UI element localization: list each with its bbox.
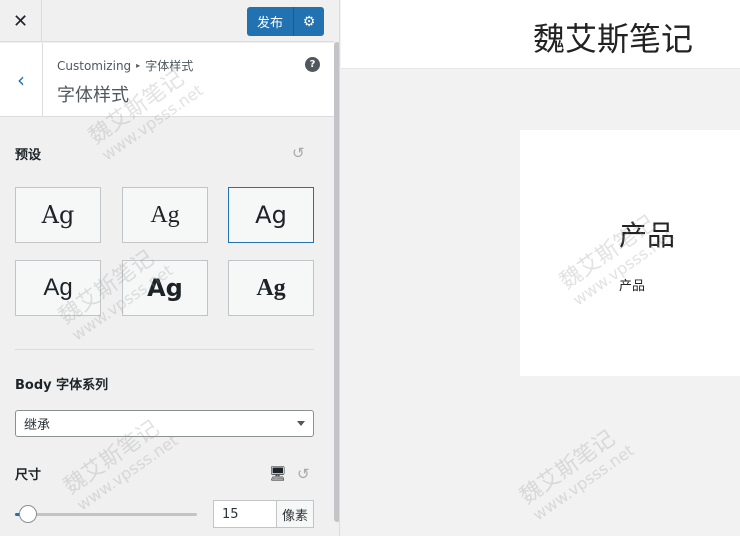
section-divider bbox=[15, 349, 314, 350]
watermark-sub: www.vpsss.net bbox=[529, 440, 638, 525]
presets-label: 预设 bbox=[15, 148, 42, 163]
body-font-label: Body 字体系列 bbox=[15, 378, 109, 393]
size-reset-icon[interactable]: ↺ bbox=[297, 465, 310, 483]
breadcrumb: Customizing ▸ 字体样式 bbox=[57, 57, 193, 74]
card-text: 产品 bbox=[619, 279, 646, 294]
watermark: 魏艾斯笔记 www.vpsss.net bbox=[515, 422, 638, 525]
size-slider-track[interactable] bbox=[15, 513, 197, 516]
sidebar-scrollbar-thumb[interactable] bbox=[334, 42, 339, 522]
preset-option-6[interactable]: Ag bbox=[228, 260, 314, 316]
breadcrumb-current: 字体样式 bbox=[145, 59, 194, 73]
presets-reset-icon[interactable]: ↺ bbox=[292, 144, 305, 162]
customizer-topbar: ✕ 发布 ⚙ bbox=[0, 0, 334, 42]
breadcrumb-separator-icon: ▸ bbox=[136, 61, 141, 70]
help-icon[interactable]: ? bbox=[305, 57, 320, 72]
site-title[interactable]: 魏艾斯笔记 bbox=[533, 14, 693, 60]
desktop-device-icon[interactable]: 🖥 bbox=[269, 466, 287, 482]
preset-option-5[interactable]: Ag bbox=[122, 260, 208, 316]
preset-option-1[interactable]: Ag bbox=[15, 187, 101, 243]
body-font-select[interactable]: 继承 bbox=[15, 410, 314, 437]
preset-option-4[interactable]: Ag bbox=[15, 260, 101, 316]
body-font-value: 继承 bbox=[24, 418, 51, 433]
size-label: 尺寸 bbox=[15, 468, 42, 483]
sidebar-scrollbar[interactable] bbox=[334, 42, 339, 536]
size-slider-thumb[interactable] bbox=[19, 505, 37, 523]
back-chevron-icon[interactable]: ‹ bbox=[0, 43, 43, 117]
card-title[interactable]: 产品 bbox=[619, 214, 675, 254]
watermark-sub: www.vpsss.net bbox=[73, 430, 182, 515]
size-unit-label: 像素 bbox=[276, 500, 314, 528]
section-header: ‹ Customizing ▸ 字体样式 字体样式 ? bbox=[0, 43, 334, 117]
preset-option-3[interactable]: Ag bbox=[228, 187, 314, 243]
chevron-down-icon bbox=[297, 421, 305, 426]
breadcrumb-root: Customizing bbox=[57, 58, 132, 73]
site-header: 魏艾斯笔记 bbox=[341, 0, 740, 69]
watermark-text: 魏艾斯笔记 bbox=[515, 426, 620, 510]
content-card: 产品 产品 bbox=[520, 130, 740, 376]
customizer-sidebar: ✕ 发布 ⚙ ‹ Customizing ▸ 字体样式 字体样式 ? 预设 ↺ … bbox=[0, 0, 340, 536]
publish-group: 发布 ⚙ bbox=[247, 7, 324, 36]
publish-button[interactable]: 发布 bbox=[247, 7, 294, 36]
section-title: 字体样式 bbox=[57, 85, 129, 106]
preset-option-2[interactable]: Ag bbox=[122, 187, 208, 243]
close-icon[interactable]: ✕ bbox=[0, 0, 42, 42]
size-number-input[interactable]: 15 bbox=[213, 500, 277, 528]
publish-settings-gear-icon[interactable]: ⚙ bbox=[294, 7, 324, 36]
site-preview: 魏艾斯笔记 产品 产品 魏艾斯笔记 www.vpsss.net 魏艾斯笔记 ww… bbox=[341, 0, 740, 536]
